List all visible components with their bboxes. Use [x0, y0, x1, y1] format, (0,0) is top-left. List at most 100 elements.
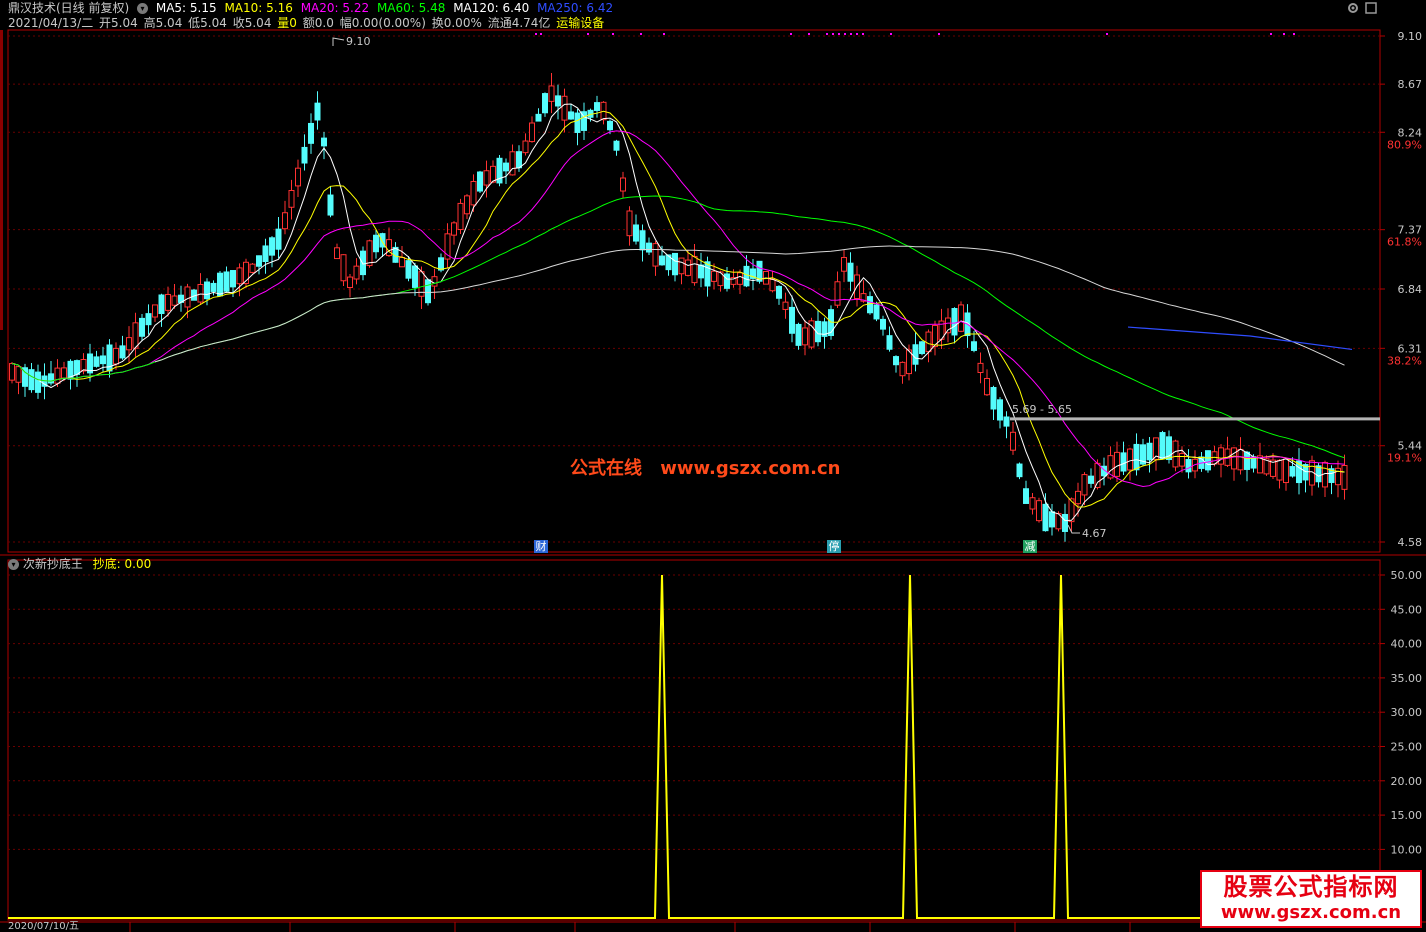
quote-date: 2021/04/13/二 [8, 16, 94, 30]
candle-body [1159, 432, 1166, 460]
candle-body [366, 240, 373, 267]
candle-body [724, 273, 730, 289]
candle-body [542, 93, 548, 114]
quote-change: 幅0.00(0.00%) [339, 16, 426, 30]
candle-body [1114, 451, 1120, 477]
candle-body [74, 360, 80, 375]
watermark-box-url: www.gszx.com.cn [1220, 902, 1402, 923]
candle-body [321, 137, 327, 147]
candle-body [789, 306, 795, 334]
candle-body [951, 308, 958, 336]
candle-body [847, 262, 854, 282]
ma250-line [1127, 326, 1353, 351]
candle-body [93, 356, 100, 367]
event-marker-2: 减 [1025, 540, 1036, 553]
ma10-label: MA10: 5.16 [224, 1, 293, 15]
candle-body [1036, 500, 1042, 522]
candle-body [1029, 497, 1036, 510]
candle-body [743, 265, 750, 287]
candle-body [1081, 474, 1088, 496]
candle-body [997, 399, 1003, 421]
maximize-icon[interactable] [1365, 2, 1377, 14]
candle-body [314, 102, 321, 121]
candle-body [158, 294, 165, 315]
candle-body [990, 387, 997, 410]
ma250-label: MA250: 6.42 [537, 1, 614, 15]
event-marker-1: 停 [829, 539, 840, 553]
candle-body [249, 263, 256, 273]
signal-dot [612, 33, 614, 35]
candle-body [457, 202, 464, 231]
ma20-label: MA20: 5.22 [300, 1, 370, 15]
candle-body [9, 363, 15, 381]
candle-body [782, 301, 789, 310]
candle-body [470, 180, 477, 206]
price-axis-label: 4.58 [1398, 536, 1423, 549]
footer-date: 2020/07/10/五 [8, 921, 80, 932]
candle-body [54, 367, 61, 384]
candle-body [1179, 453, 1185, 467]
candle-body [464, 195, 470, 215]
candle-body [867, 296, 873, 314]
price-axis-label: 9.10 [1398, 30, 1423, 43]
signal-dot [844, 33, 846, 35]
candle-body [620, 177, 626, 192]
candle-body [919, 341, 925, 355]
candle-body [1315, 465, 1322, 483]
signal-dot [856, 33, 858, 35]
ma120-line [154, 245, 1345, 366]
indicator-name: 次新抄底王 [22, 557, 83, 571]
settings-gear-icon[interactable] [1347, 2, 1359, 14]
candle-body [1127, 448, 1133, 471]
high-label: 9.10 [346, 35, 371, 48]
signal-dot [938, 33, 940, 35]
candle-body [672, 252, 678, 276]
candle-body [223, 271, 230, 292]
candle-body [236, 267, 243, 285]
candle-body [1341, 464, 1348, 490]
indicator-axis-label: 20.00 [1391, 775, 1423, 788]
candle-body [152, 304, 158, 318]
quote-high: 高5.04 [143, 16, 183, 30]
candle-body [477, 171, 483, 192]
signal-dot [1270, 33, 1272, 35]
candle-body [269, 237, 275, 256]
range-label: 5.69 - 5.65 [1012, 403, 1072, 416]
candle-body [35, 371, 41, 393]
quote-low: 低5.04 [188, 16, 227, 30]
candle-body [776, 285, 782, 299]
candle-body [529, 122, 535, 143]
candle-body [613, 140, 620, 151]
candle-body [984, 378, 990, 396]
quote-turnover: 换0.00% [431, 16, 482, 30]
low-pointer [1067, 524, 1080, 534]
candle-body [912, 344, 919, 365]
candle-body [769, 278, 776, 292]
ma60-label: MA60: 5.48 [376, 1, 446, 15]
candle-body [412, 265, 418, 288]
candle-body [48, 373, 54, 384]
indicator-axis-label: 15.00 [1391, 809, 1423, 822]
candle-body [490, 165, 496, 183]
watermark-box: 股票公式指标网 www.gszx.com.cn [1200, 870, 1422, 928]
quote-concept[interactable]: 运输设备 [556, 16, 604, 30]
candle-body [1231, 447, 1237, 470]
candle-body [28, 369, 35, 391]
candle-body [340, 254, 347, 282]
indicator-value: 抄底: 0.00 [92, 557, 152, 571]
candle-body [958, 304, 964, 332]
signal-dot [640, 33, 642, 35]
candle-body [795, 323, 802, 346]
watermark-url: www.gszx.com.cn [660, 458, 841, 479]
candle-body [737, 272, 743, 285]
candle-body [360, 250, 366, 276]
candle-body [626, 210, 633, 237]
candle-body [548, 85, 555, 102]
candle-body [977, 362, 984, 373]
signal-dot [1293, 33, 1295, 35]
candle-body [646, 242, 652, 253]
dropdown-circle-icon[interactable]: ▾ [137, 3, 149, 14]
candle-body [275, 228, 282, 250]
candle-body [1146, 442, 1153, 461]
indicator-dropdown-icon[interactable]: ▾ [8, 559, 19, 570]
